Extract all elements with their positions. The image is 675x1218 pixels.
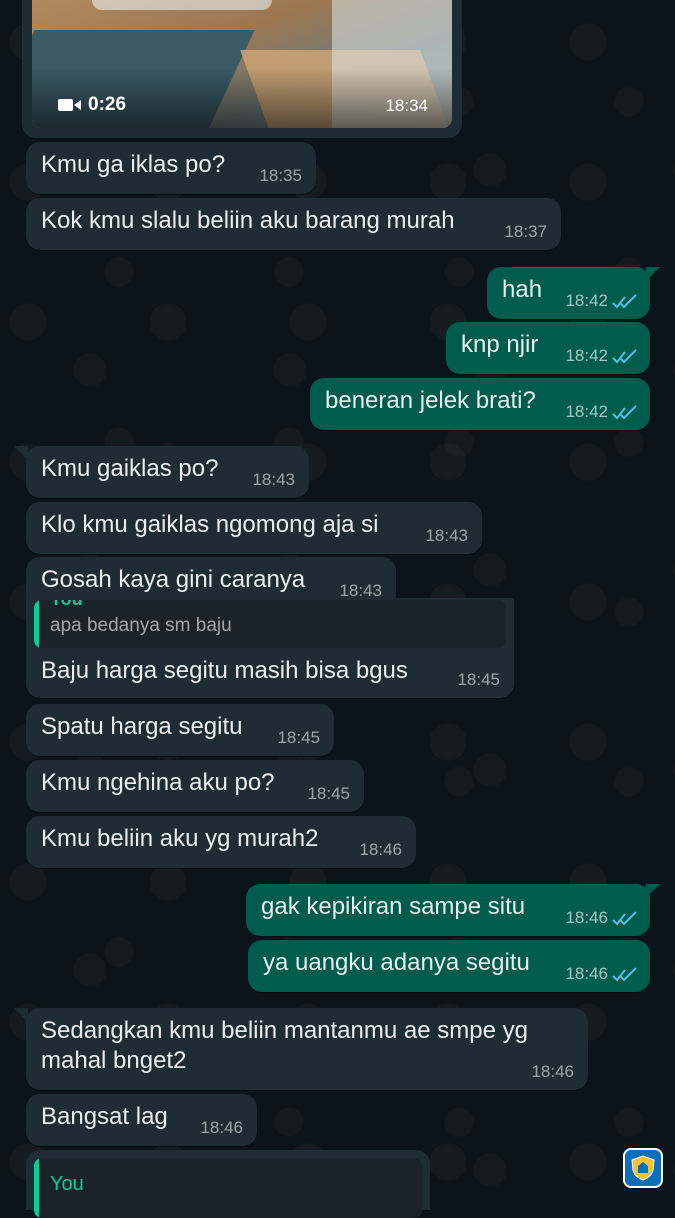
chat-area: 0:26 18:34 Kmu ga iklas po? 18:35 Kok km… — [0, 0, 675, 1218]
message-time: 18:42 — [565, 402, 608, 421]
incoming-message[interactable]: Sedangkan kmu beliin mantanmu ae smpe yg… — [26, 1008, 588, 1090]
incoming-message[interactable]: Klo kmu gaiklas ngomong aja si 18:43 — [26, 502, 482, 554]
video-thumbnail[interactable]: 0:26 18:34 — [32, 0, 452, 128]
message-text: Klo kmu gaiklas ngomong aja si — [41, 511, 379, 538]
incoming-reply-message[interactable]: You — [26, 1150, 430, 1218]
video-camera-icon — [58, 99, 81, 111]
message-time: 18:46 — [200, 1118, 243, 1137]
quoted-text: apa bedanya sm baju — [50, 615, 232, 636]
quoted-sender: You — [50, 600, 83, 610]
outgoing-message[interactable]: hah 18:42 — [487, 267, 650, 319]
message-text: knp njir — [461, 331, 539, 358]
incoming-message[interactable]: Kmu gaiklas po? 18:43 — [26, 446, 309, 498]
message-time: 18:45 — [277, 728, 320, 747]
message-text: hah — [502, 276, 543, 303]
message-text: gak kepikiran sampe situ — [261, 893, 526, 920]
message-text: Spatu harga segitu — [41, 713, 243, 740]
message-text: beneran jelek brati? — [325, 387, 536, 414]
message-text: Kok kmu slalu beliin aku barang murah — [41, 207, 455, 234]
message-time: 18:45 — [307, 784, 350, 803]
video-message[interactable]: 0:26 18:34 — [22, 0, 462, 138]
video-duration-text: 0:26 — [88, 94, 127, 115]
message-text: Kmu gaiklas po? — [41, 455, 219, 482]
city-logo-icon — [623, 1148, 663, 1188]
incoming-message[interactable]: Kmu ngehina aku po? 18:45 — [26, 760, 364, 812]
message-text: Kmu ngehina aku po? — [41, 769, 275, 796]
message-time: 18:46 — [565, 908, 608, 927]
outgoing-message[interactable]: beneran jelek brati? 18:42 — [310, 378, 650, 430]
message-time: 18:43 — [425, 526, 468, 545]
double-check-icon — [612, 967, 637, 982]
message-text: Bangsat lag — [41, 1103, 168, 1130]
message-time: 18:34 — [385, 96, 428, 115]
message-text: Kmu ga iklas po? — [41, 151, 226, 178]
message-time: 18:42 — [565, 346, 608, 365]
video-duration: 0:26 — [58, 94, 126, 116]
quoted-sender: You — [50, 1173, 84, 1195]
incoming-message[interactable]: Kmu ga iklas po? 18:35 — [26, 142, 316, 194]
double-check-icon — [612, 349, 637, 364]
message-time: 18:43 — [252, 470, 295, 489]
message-time: 18:46 — [565, 964, 608, 983]
shield-emblem-icon — [631, 1155, 655, 1181]
quoted-message[interactable]: You — [34, 1158, 422, 1218]
double-check-icon — [612, 405, 637, 420]
outgoing-message[interactable]: ya uangku adanya segitu 18:46 — [248, 940, 650, 992]
incoming-message[interactable]: Kok kmu slalu beliin aku barang murah 18… — [26, 198, 561, 250]
message-time: 18:35 — [259, 166, 302, 185]
message-time: 18:46 — [531, 1062, 574, 1081]
message-time: 18:45 — [457, 670, 500, 689]
incoming-message[interactable]: Kmu beliin aku yg murah2 18:46 — [26, 816, 416, 868]
incoming-message[interactable]: Spatu harga segitu 18:45 — [26, 704, 334, 756]
message-text: Kmu beliin aku yg murah2 — [41, 825, 319, 852]
message-text-line1: Sedangkan kmu beliin mantanmu ae smpe yg — [41, 1017, 528, 1044]
message-time: 18:46 — [359, 840, 402, 859]
message-time: 18:37 — [504, 222, 547, 241]
incoming-message[interactable]: Bangsat lag 18:46 — [26, 1094, 257, 1146]
double-check-icon — [612, 911, 637, 926]
message-text: Gosah kaya gini caranya — [41, 566, 306, 593]
quoted-message[interactable]: You apa bedanya sm baju — [34, 600, 506, 648]
double-check-icon — [612, 294, 637, 309]
outgoing-message[interactable]: knp njir 18:42 — [446, 322, 650, 374]
message-text: ya uangku adanya segitu — [263, 949, 530, 976]
message-time: 18:42 — [565, 291, 608, 310]
incoming-reply-message[interactable]: You apa bedanya sm baju Baju harga segit… — [26, 598, 514, 698]
message-text: Baju harga segitu masih bisa bgus — [41, 657, 408, 684]
message-text-line2: mahal bnget2 — [41, 1047, 187, 1074]
outgoing-message[interactable]: gak kepikiran sampe situ 18:46 — [246, 884, 650, 936]
